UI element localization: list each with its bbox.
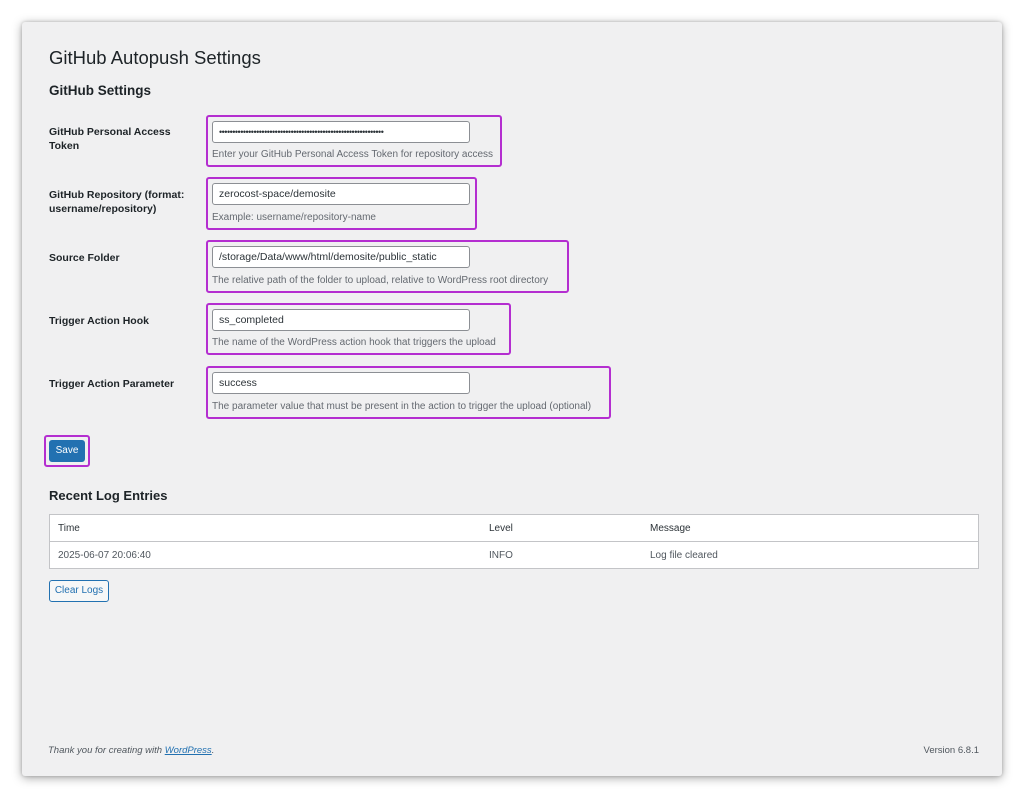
page-title: GitHub Autopush Settings [49,47,261,68]
trigger-hook-input[interactable] [212,309,470,331]
trigger-param-label: Trigger Action Parameter [49,378,175,390]
log-table-header: Time Level Message [50,515,978,542]
log-time: 2025-06-07 20:06:40 [58,550,151,561]
section-title: GitHub Settings [49,83,151,98]
column-header-level: Level [489,523,513,534]
repository-input[interactable] [212,183,470,205]
column-header-time: Time [58,523,80,534]
column-header-message: Message [650,523,691,534]
trigger-hook-label: Trigger Action Hook [49,315,149,327]
source-folder-label: Source Folder [49,252,120,264]
log-section-title: Recent Log Entries [49,488,168,503]
trigger-param-input[interactable] [212,372,470,394]
token-label: GitHub Personal Access Token [49,126,171,152]
table-row: 2025-06-07 20:06:40 INFO Log file cleare… [50,542,978,569]
source-folder-description: The relative path of the folder to uploa… [212,275,549,286]
source-folder-input[interactable] [212,246,470,268]
footer-thanks: Thank you for creating with WordPress. [48,745,214,756]
repository-label: GitHub Repository (format: username/repo… [49,188,199,216]
trigger-hook-description: The name of the WordPress action hook th… [212,337,496,348]
footer-thanks-suffix: . [211,745,215,756]
footer-thanks-prefix: Thank you for creating with [48,745,165,756]
clear-logs-button[interactable]: Clear Logs [49,580,109,602]
repository-label-line1: GitHub Repository (format: [49,189,185,201]
wordpress-link[interactable]: WordPress [165,745,212,756]
log-message: Log file cleared [650,550,718,561]
token-description: Enter your GitHub Personal Access Token … [212,149,494,160]
admin-window: GitHub Autopush Settings GitHub Settings… [22,22,1002,776]
trigger-param-description: The parameter value that must be present… [212,401,592,412]
log-table: Time Level Message 2025-06-07 20:06:40 I… [49,514,979,569]
repository-description: Example: username/repository-name [212,212,376,223]
version-text: Version 6.8.1 [923,745,979,756]
token-input[interactable] [212,121,470,143]
save-button[interactable]: Save [49,440,85,462]
repository-label-line2: username/repository) [49,203,157,215]
log-level: INFO [489,550,513,561]
